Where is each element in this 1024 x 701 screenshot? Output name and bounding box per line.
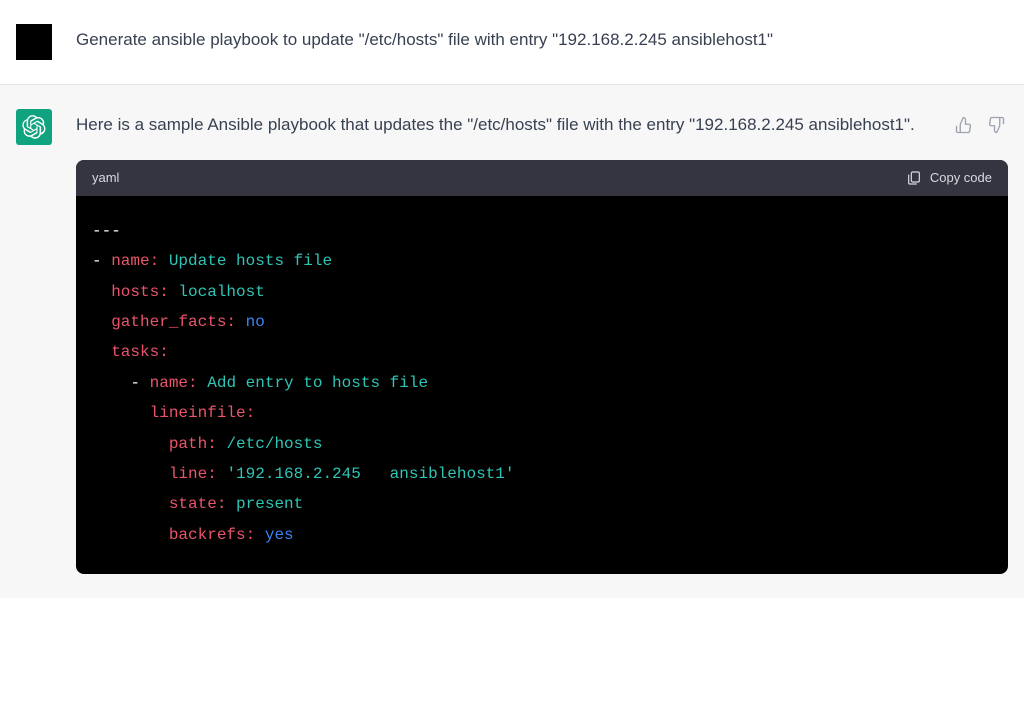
copy-code-button[interactable]: Copy code	[906, 170, 992, 186]
assistant-content: Here is a sample Ansible playbook that u…	[76, 109, 1008, 574]
openai-icon	[22, 115, 46, 139]
user-avatar	[16, 24, 52, 60]
code-block: yaml Copy code --- - name: Update hosts …	[76, 160, 1008, 574]
thumbs-up-icon	[955, 116, 973, 134]
feedback-controls	[952, 111, 1008, 137]
user-text: Generate ansible playbook to update "/et…	[76, 26, 1008, 55]
user-content: Generate ansible playbook to update "/et…	[76, 24, 1008, 60]
clipboard-icon	[906, 170, 922, 186]
thumbs-down-icon	[987, 116, 1005, 134]
copy-code-label: Copy code	[930, 170, 992, 185]
code-body[interactable]: --- - name: Update hosts file hosts: loc…	[76, 196, 1008, 574]
thumbs-down-button[interactable]	[984, 113, 1008, 137]
user-message: Generate ansible playbook to update "/et…	[0, 0, 1024, 85]
assistant-text: Here is a sample Ansible playbook that u…	[76, 111, 936, 140]
assistant-message: Here is a sample Ansible playbook that u…	[0, 85, 1024, 598]
thumbs-up-button[interactable]	[952, 113, 976, 137]
assistant-avatar	[16, 109, 52, 145]
code-header: yaml Copy code	[76, 160, 1008, 196]
code-language: yaml	[92, 170, 119, 185]
